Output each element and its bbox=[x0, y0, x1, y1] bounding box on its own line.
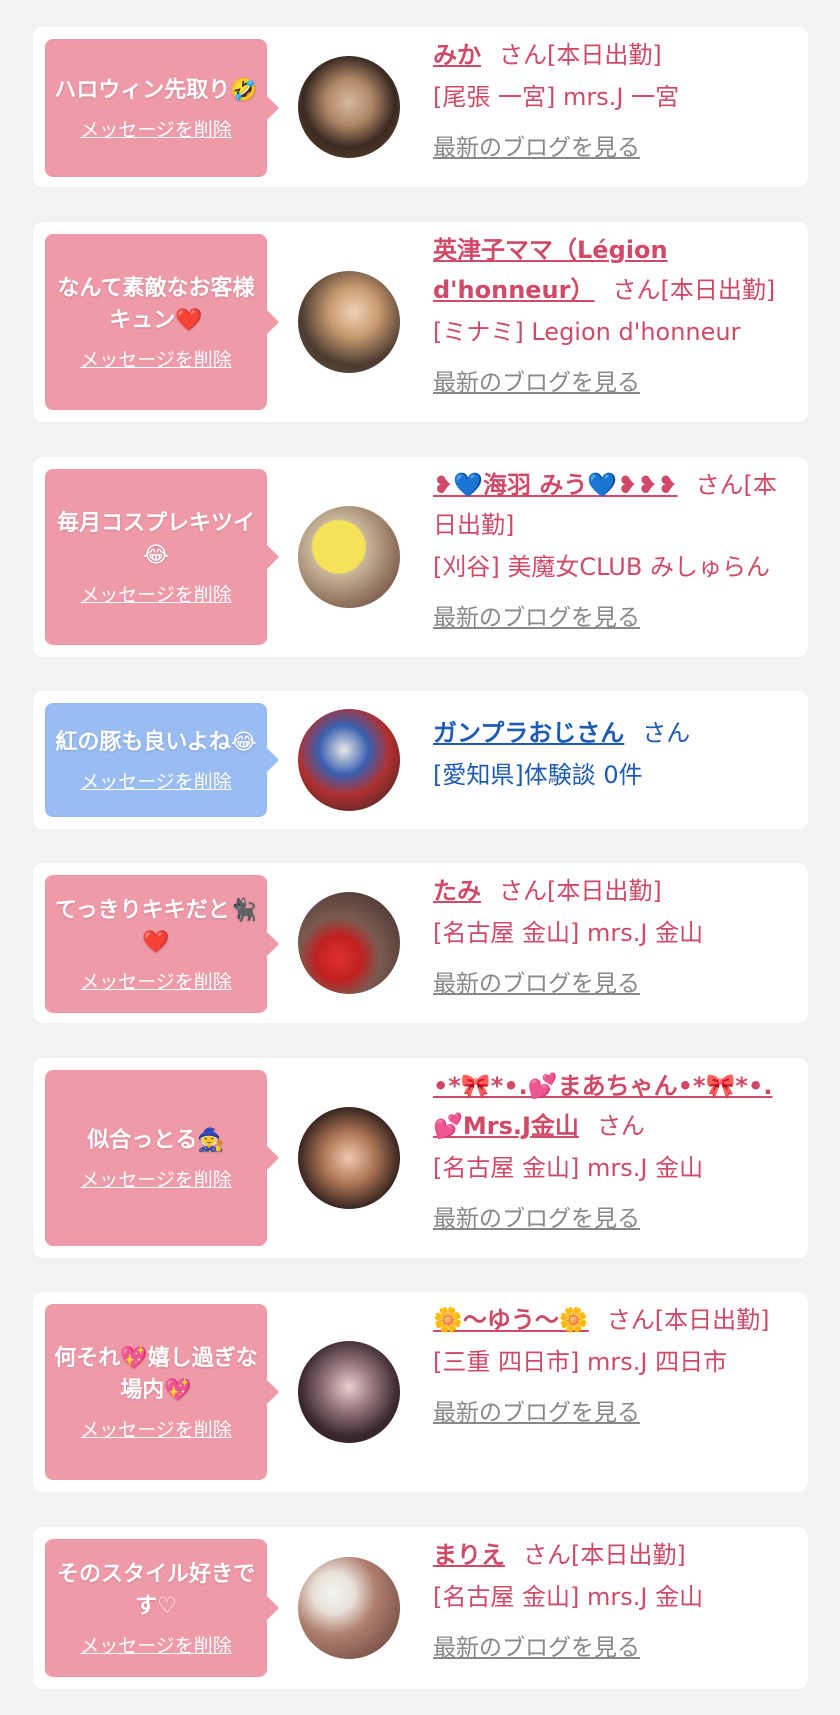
message-bubble: 紅の豚も良いよね😂 メッセージを削除 bbox=[45, 703, 279, 817]
latest-blog-link[interactable]: 最新のブログを見る bbox=[433, 601, 640, 635]
store-name: [名古屋 金山] mrs.J 金山 bbox=[433, 919, 704, 947]
delete-message-link[interactable]: メッセージを削除 bbox=[80, 345, 232, 372]
avatar[interactable] bbox=[298, 1341, 400, 1443]
message-text: 何それ💖嬉し過ぎな場内💖 bbox=[54, 1345, 258, 1403]
delete-message-link[interactable]: メッセージを削除 bbox=[80, 767, 232, 794]
message-card: 似合っとる🧙 メッセージを削除 •*🎀*•.💕まあちゃん•*🎀*•.💕Mrs.J… bbox=[33, 1058, 808, 1258]
message-card: そのスタイル好きです♡ メッセージを削除 まりえ さん[本日出勤] [名古屋 金山… bbox=[33, 1527, 808, 1689]
message-text: 似合っとる🧙 bbox=[87, 1127, 225, 1153]
latest-blog-link[interactable]: 最新のブログを見る bbox=[433, 1396, 640, 1430]
cast-info: たみ さん[本日出勤] [名古屋 金山] mrs.J 金山 最新のブログを見る bbox=[433, 871, 793, 1001]
cast-name-link[interactable]: たみ bbox=[433, 877, 481, 905]
message-card: ハロウィン先取り🤣 メッセージを削除 みか さん[本日出勤] [尾張 一宮] mr… bbox=[33, 27, 808, 187]
cast-name-link[interactable]: 🌼〜ゆう〜🌼 bbox=[433, 1306, 589, 1334]
cast-name-link[interactable]: みか bbox=[433, 41, 481, 69]
message-bubble: てっきりキキだと🐈‍⬛❤️ メッセージを削除 bbox=[45, 875, 279, 1013]
cast-suffix: さん[本日出勤] bbox=[523, 1541, 686, 1569]
cast-suffix: さん bbox=[596, 1112, 645, 1140]
message-card: 紅の豚も良いよね😂 メッセージを削除 ガンプラおじさん さん [愛知県]体験談 0… bbox=[33, 691, 808, 829]
message-text: 毎月コスプレキツイ😂 bbox=[56, 510, 255, 568]
store-name: [名古屋 金山] mrs.J 金山 bbox=[433, 1583, 704, 1611]
cast-info: 🌼〜ゆう〜🌼 さん[本日出勤] [三重 四日市] mrs.J 四日市 最新のブログ… bbox=[433, 1300, 793, 1430]
message-text: なんて素敵なお客様キュン❤️ bbox=[57, 275, 255, 333]
delete-message-link[interactable]: メッセージを削除 bbox=[80, 967, 232, 994]
delete-message-link[interactable]: メッセージを削除 bbox=[80, 115, 232, 142]
cast-suffix: さん bbox=[642, 719, 691, 747]
delete-message-link[interactable]: メッセージを削除 bbox=[80, 1631, 232, 1658]
delete-message-link[interactable]: メッセージを削除 bbox=[80, 580, 232, 607]
cast-name-link[interactable]: まりえ bbox=[433, 1541, 505, 1569]
latest-blog-link[interactable]: 最新のブログを見る bbox=[433, 366, 640, 400]
cast-info: まりえ さん[本日出勤] [名古屋 金山] mrs.J 金山 最新のブログを見る bbox=[433, 1535, 793, 1665]
avatar[interactable] bbox=[298, 506, 400, 608]
message-card: なんて素敵なお客様キュン❤️ メッセージを削除 英津子ママ（Légion d'h… bbox=[33, 222, 808, 422]
store-name: [尾張 一宮] mrs.J 一宮 bbox=[433, 83, 680, 111]
latest-blog-link[interactable]: 最新のブログを見る bbox=[433, 967, 640, 1001]
cast-name-link[interactable]: ❥💙海羽 みう💙❥❥❥ bbox=[433, 471, 678, 499]
reviewer-name-link[interactable]: ガンプラおじさん bbox=[433, 719, 624, 747]
cast-info: 英津子ママ（Légion d'honneur） さん[本日出勤] [ミナミ] Le… bbox=[433, 230, 793, 400]
cast-suffix: さん[本日出勤] bbox=[606, 1306, 770, 1334]
avatar[interactable] bbox=[298, 709, 400, 811]
message-card: 毎月コスプレキツイ😂 メッセージを削除 ❥💙海羽 みう💙❥❥❥ さん[本日出勤] … bbox=[33, 457, 808, 657]
message-text: そのスタイル好きです♡ bbox=[56, 1561, 255, 1619]
avatar[interactable] bbox=[298, 56, 400, 158]
cast-info: •*🎀*•.💕まあちゃん•*🎀*•.💕Mrs.J金山 さん [名古屋 金山] mr… bbox=[433, 1066, 793, 1236]
cast-info: ガンプラおじさん さん [愛知県]体験談 0件 bbox=[433, 713, 793, 795]
message-card: てっきりキキだと🐈‍⬛❤️ メッセージを削除 たみ さん[本日出勤] [名古屋 金… bbox=[33, 863, 808, 1023]
store-name: [刈谷] 美魔女CLUB みしゅらん bbox=[433, 553, 770, 581]
store-name: [名古屋 金山] mrs.J 金山 bbox=[433, 1154, 704, 1182]
message-bubble: 毎月コスプレキツイ😂 メッセージを削除 bbox=[45, 469, 279, 645]
cast-suffix: さん[本日出勤] bbox=[499, 877, 662, 905]
delete-message-link[interactable]: メッセージを削除 bbox=[80, 1165, 232, 1192]
avatar[interactable] bbox=[298, 1557, 400, 1659]
cast-suffix: さん[本日出勤] bbox=[612, 276, 776, 304]
cast-info: みか さん[本日出勤] [尾張 一宮] mrs.J 一宮 最新のブログを見る bbox=[433, 35, 793, 165]
cast-suffix: さん[本日出勤] bbox=[499, 41, 662, 69]
message-bubble: そのスタイル好きです♡ メッセージを削除 bbox=[45, 1539, 279, 1677]
message-text: てっきりキキだと🐈‍⬛❤️ bbox=[54, 897, 258, 955]
message-bubble: なんて素敵なお客様キュン❤️ メッセージを削除 bbox=[45, 234, 279, 410]
avatar[interactable] bbox=[298, 271, 400, 373]
store-name: [愛知県]体験談 0件 bbox=[433, 761, 643, 789]
avatar[interactable] bbox=[298, 892, 400, 994]
message-text: ハロウィン先取り🤣 bbox=[54, 77, 258, 103]
message-bubble: ハロウィン先取り🤣 メッセージを削除 bbox=[45, 39, 279, 177]
store-name: [三重 四日市] mrs.J 四日市 bbox=[433, 1348, 728, 1376]
latest-blog-link[interactable]: 最新のブログを見る bbox=[433, 131, 640, 165]
message-bubble: 何それ💖嬉し過ぎな場内💖 メッセージを削除 bbox=[45, 1304, 279, 1480]
latest-blog-link[interactable]: 最新のブログを見る bbox=[433, 1631, 640, 1665]
cast-info: ❥💙海羽 みう💙❥❥❥ さん[本日出勤] [刈谷] 美魔女CLUB みしゅらん 最… bbox=[433, 465, 793, 635]
avatar[interactable] bbox=[298, 1107, 400, 1209]
latest-blog-link[interactable]: 最新のブログを見る bbox=[433, 1202, 640, 1236]
message-bubble: 似合っとる🧙 メッセージを削除 bbox=[45, 1070, 279, 1246]
message-text: 紅の豚も良いよね😂 bbox=[55, 729, 257, 755]
store-name: [ミナミ] Legion d'honneur bbox=[433, 318, 741, 346]
delete-message-link[interactable]: メッセージを削除 bbox=[80, 1415, 232, 1442]
message-card: 何それ💖嬉し過ぎな場内💖 メッセージを削除 🌼〜ゆう〜🌼 さん[本日出勤] [三重… bbox=[33, 1292, 808, 1492]
